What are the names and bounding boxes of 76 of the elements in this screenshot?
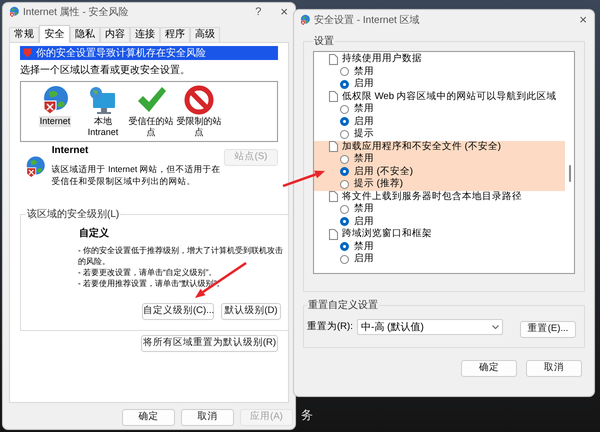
tab[interactable]: 常规 xyxy=(9,27,39,42)
radio-button[interactable] xyxy=(340,104,349,114)
option-label: 禁用 xyxy=(354,102,374,116)
zone-item[interactable]: 本地 Intranet xyxy=(79,84,127,141)
annotation-arrow xyxy=(282,170,325,188)
window-title: 安全设置 - Internet 区域 xyxy=(314,14,420,28)
setting-title: 低权限 Web 内容区域中的网站可以导航到此区域 xyxy=(342,90,557,103)
level-note: - 若要更改设置，请单击“自定义级别”。 xyxy=(78,267,218,278)
radio-button[interactable] xyxy=(340,80,349,89)
dialog-button[interactable]: 确定 xyxy=(122,409,175,426)
radio-button[interactable] xyxy=(340,167,349,176)
tab[interactable]: 高级 xyxy=(190,27,220,42)
option-label: 启用 xyxy=(354,77,374,91)
zone-label: 受限制的站点 xyxy=(176,116,222,138)
radio-button[interactable] xyxy=(340,254,349,264)
tab[interactable]: 程序 xyxy=(160,27,190,42)
window-icon xyxy=(299,14,311,26)
group-label: 该区域的安全级别(L) xyxy=(26,208,120,222)
setting-title: 加载应用程序和不安全文件 (不安全) xyxy=(342,140,501,153)
radio-button[interactable] xyxy=(340,154,349,164)
dialog-button[interactable]: 取消 xyxy=(181,409,234,426)
radio-button[interactable] xyxy=(340,180,349,189)
level-name: 自定义 xyxy=(79,226,110,241)
zone-prompt: 选择一个区域以查看或更改安全设置。 xyxy=(20,64,191,78)
radio-button[interactable] xyxy=(340,242,349,252)
dialog-button[interactable]: 重置(E)... xyxy=(520,320,576,338)
radio-button[interactable] xyxy=(340,217,349,226)
tab[interactable]: 连接 xyxy=(130,27,160,42)
dialog-button[interactable]: 将所有区域重置为默认级别(R) xyxy=(141,335,278,352)
radio-button[interactable] xyxy=(340,67,349,76)
option-label: 启用 xyxy=(354,214,374,228)
dialog-button[interactable]: 确定 xyxy=(461,360,517,377)
no-entry-icon xyxy=(183,84,215,116)
tab[interactable]: 安全 xyxy=(39,25,70,43)
option-label: 禁用 xyxy=(354,152,374,166)
option-label: 启用 xyxy=(354,114,374,128)
dialog-button[interactable]: 取消 xyxy=(526,360,582,377)
radio-button[interactable] xyxy=(340,204,349,214)
window-title: Internet 属性 - 安全风险 xyxy=(23,6,129,20)
zone-title: Internet xyxy=(52,144,90,158)
option-label: 禁用 xyxy=(354,240,374,253)
dialog-button[interactable]: 默认级别(D) xyxy=(221,303,281,320)
setting-title: 持续使用用户数据 xyxy=(342,52,422,66)
reset-to-label: 重置为(R): xyxy=(307,320,354,334)
level-dropdown[interactable]: 中-高 (默认值) xyxy=(357,319,503,335)
zone-label: Internet xyxy=(38,116,72,127)
taskbar-text: 务 xyxy=(301,407,313,424)
zone-description: 该区域适用于 Internet 网站，但不适用于在受信任和受限制区域中列出的网站。 xyxy=(52,163,222,187)
option-label: 提示 xyxy=(354,127,374,141)
chevron-down-icon xyxy=(492,324,499,330)
group-label: 设置 xyxy=(313,34,335,49)
setting-title: 将文件上载到服务器时包含本地目录路径 xyxy=(342,190,522,203)
zone-item[interactable]: Internet xyxy=(31,84,79,141)
zone-item[interactable]: 受限制的站点 xyxy=(175,84,223,141)
zone-label: 受信任的站点 xyxy=(128,116,174,138)
close-button[interactable]: × xyxy=(280,2,288,22)
radio-button[interactable] xyxy=(340,117,349,126)
option-label: 启用 xyxy=(354,252,374,266)
zone-item[interactable]: 受信任的站点 xyxy=(127,84,175,141)
option-label: 提示 (推荐) xyxy=(354,177,403,191)
zone-label: 本地 Intranet xyxy=(86,116,120,138)
group-label: 重置自定义设置 xyxy=(307,298,379,313)
option-label: 启用 (不安全) xyxy=(354,164,413,178)
close-button[interactable]: × xyxy=(579,10,587,30)
tab[interactable]: 内容 xyxy=(100,27,130,42)
level-note: - 你的安全设置低于推荐级别，增大了计算机受到联机攻击的风险。 xyxy=(78,245,283,267)
tab[interactable]: 隐私 xyxy=(70,27,100,42)
window-icon xyxy=(8,6,20,18)
radio-button[interactable] xyxy=(340,130,349,139)
help-button[interactable]: ? xyxy=(255,4,262,20)
option-label: 禁用 xyxy=(354,202,374,216)
option-label: 禁用 xyxy=(354,64,374,78)
dialog-button[interactable]: 自定义级别(C)... xyxy=(142,303,214,320)
warning-text: 你的安全设置导致计算机存在安全风险 xyxy=(36,46,206,60)
setting-title: 跨域浏览窗口和框架 xyxy=(342,227,432,241)
shield-icon xyxy=(23,48,32,58)
